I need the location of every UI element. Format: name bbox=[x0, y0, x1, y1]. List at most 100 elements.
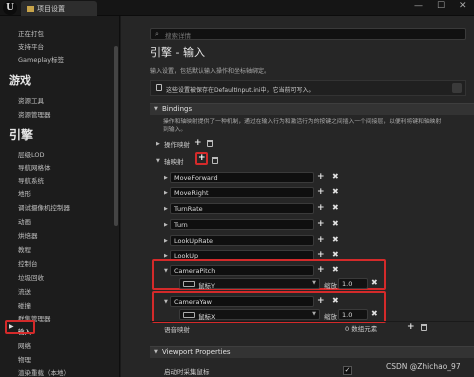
collapse-triangle-icon: ▼ bbox=[154, 106, 158, 112]
search-icon: ⌕ bbox=[155, 30, 159, 38]
nav-item-asset-tools[interactable]: 资源工具 bbox=[18, 95, 44, 105]
add-key-turn-button[interactable]: + bbox=[317, 220, 325, 229]
viewport-section-header[interactable]: ▼ Viewport Properties bbox=[150, 346, 474, 358]
add-key-camerayaw-button[interactable]: + bbox=[317, 297, 325, 306]
window-tab-project-settings[interactable]: 项目设置 bbox=[21, 1, 97, 16]
nav-item-cooker[interactable]: 烘焙器 bbox=[18, 230, 38, 240]
axis-name-lookuprate[interactable]: LookUpRate bbox=[170, 235, 314, 246]
remove-camerapitch-key-button[interactable]: ✖ bbox=[371, 279, 378, 287]
expand-turn-icon[interactable]: ▶ bbox=[164, 222, 168, 228]
search-placeholder: 搜索详情 bbox=[165, 32, 191, 40]
camerapitch-key-value: 鼠标Y bbox=[198, 282, 215, 290]
capture-mouse-label: 启动时采集鼠标 bbox=[164, 368, 210, 376]
add-key-lookuprate-button[interactable]: + bbox=[317, 236, 325, 245]
axis-name-camerayaw[interactable]: CameraYaw bbox=[170, 296, 314, 307]
nav-item-nav-system[interactable]: 导航系统 bbox=[18, 175, 44, 185]
row-divider bbox=[150, 321, 474, 322]
axis-name-moveforward[interactable]: MoveForward bbox=[170, 172, 314, 183]
config-notice: 这些设置被保存在DefaultInput.ini中，它当前可写入。 bbox=[150, 80, 466, 96]
camerapitch-key-select[interactable]: 鼠标Y ▼ bbox=[179, 278, 320, 290]
page-title: 引擎 - 输入 bbox=[150, 46, 205, 59]
title-bar: U 项目设置 — ☐ ✕ bbox=[0, 0, 474, 16]
camerapitch-scale-label: 缩放 bbox=[324, 282, 337, 290]
remove-moveright-button[interactable]: ✖ bbox=[332, 188, 339, 196]
nav-item-packaging[interactable]: 正在打包 bbox=[18, 28, 44, 38]
remove-camerayaw-key-button[interactable]: ✖ bbox=[371, 310, 378, 318]
bindings-desc-line-2: 到输入。 bbox=[163, 127, 187, 133]
tab-title: 项目设置 bbox=[37, 5, 65, 13]
maximize-button[interactable]: ☐ bbox=[437, 1, 445, 11]
chevron-down-icon: ▼ bbox=[312, 280, 316, 286]
close-window-button[interactable]: ✕ bbox=[459, 1, 467, 11]
bindings-header-label: Bindings bbox=[162, 105, 193, 113]
nav-item-hlod[interactable]: 层级LOD bbox=[18, 149, 45, 159]
nav-item-tutorial[interactable]: 教程 bbox=[18, 244, 31, 254]
bindings-description: 操作和轴映射提供了一种机制，通过在输入行为和激活行为的按键之间插入一个间接层，以… bbox=[163, 118, 473, 134]
remove-turn-button[interactable]: ✖ bbox=[332, 220, 339, 228]
expand-turnrate-icon[interactable]: ▶ bbox=[164, 206, 168, 212]
add-key-camerapitch-button[interactable]: + bbox=[317, 266, 325, 275]
remove-lookup-button[interactable]: ✖ bbox=[332, 251, 339, 259]
remove-camerapitch-button[interactable]: ✖ bbox=[332, 266, 339, 274]
nav-item-supported-platforms[interactable]: 支持平台 bbox=[18, 41, 44, 51]
nav-item-gameplay-tags[interactable]: Gameplay标签 bbox=[18, 54, 64, 64]
remove-turnrate-button[interactable]: ✖ bbox=[332, 204, 339, 212]
collapse-camerapitch-icon[interactable]: ▼ bbox=[164, 268, 168, 274]
collapse-axis-mappings-icon[interactable]: ▼ bbox=[156, 158, 160, 164]
axis-name-moveright[interactable]: MoveRight bbox=[170, 187, 314, 198]
collapse-camerayaw-icon[interactable]: ▼ bbox=[164, 299, 168, 305]
nav-item-streaming[interactable]: 流送 bbox=[18, 286, 31, 296]
camerapitch-scale-input[interactable]: 1.0 bbox=[338, 278, 368, 289]
remove-lookuprate-button[interactable]: ✖ bbox=[332, 236, 339, 244]
sidebar-scrollbar[interactable] bbox=[114, 46, 118, 226]
nav-item-render-override[interactable]: 渲染重载（本地） bbox=[18, 367, 70, 377]
nav-item-asset-manager[interactable]: 资源管理器 bbox=[18, 109, 51, 119]
camerayaw-scale-input[interactable]: 1.0 bbox=[338, 309, 368, 320]
page-description: 输入设置，包括默认输入操作和坐标轴绑定。 bbox=[150, 68, 271, 75]
collapse-triangle-icon: ▼ bbox=[154, 349, 158, 355]
capture-mouse-checkbox[interactable]: ✓ bbox=[343, 366, 352, 375]
nav-item-landscape[interactable]: 地形 bbox=[18, 188, 31, 198]
settings-sidebar: 正在打包 支持平台 Gameplay标签 游戏 资源工具 资源管理器 引擎 层级… bbox=[0, 16, 120, 377]
add-key-moveright-button[interactable]: + bbox=[317, 188, 325, 197]
speech-mappings-label: 语音映射 bbox=[164, 326, 190, 334]
bindings-section-header[interactable]: ▼ Bindings bbox=[150, 103, 474, 115]
add-speech-mapping-button[interactable]: + bbox=[407, 323, 415, 332]
nav-item-navmesh[interactable]: 导航网格体 bbox=[18, 162, 51, 172]
nav-item-collision[interactable]: 碰撞 bbox=[18, 300, 31, 310]
expand-moveright-icon[interactable]: ▶ bbox=[164, 190, 168, 196]
add-key-turnrate-button[interactable]: + bbox=[317, 204, 325, 213]
remove-camerayaw-button[interactable]: ✖ bbox=[332, 297, 339, 305]
nav-item-physics[interactable]: 物理 bbox=[18, 354, 31, 364]
camerayaw-key-select[interactable]: 鼠标X ▼ bbox=[179, 309, 320, 321]
notice-text: 这些设置被保存在DefaultInput.ini中，它当前可写入。 bbox=[166, 87, 315, 94]
bindings-desc-line-1: 操作和轴映射提供了一种机制，通过在输入行为和激活行为的按键之间插入一个间接层，以… bbox=[163, 119, 442, 125]
expand-action-mappings-icon[interactable]: ▶ bbox=[156, 141, 160, 147]
clear-speech-mappings-icon[interactable] bbox=[421, 324, 427, 331]
add-action-mapping-button[interactable]: + bbox=[194, 139, 202, 148]
minimize-button[interactable]: — bbox=[414, 1, 423, 11]
chevron-down-icon: ▼ bbox=[312, 311, 316, 317]
axis-name-turn[interactable]: Turn bbox=[170, 219, 314, 230]
nav-item-animation[interactable]: 动画 bbox=[18, 216, 31, 226]
expand-lookuprate-icon[interactable]: ▶ bbox=[164, 238, 168, 244]
remove-moveforward-button[interactable]: ✖ bbox=[332, 173, 339, 181]
nav-item-debug-camera[interactable]: 调试摄像机控制器 bbox=[18, 202, 70, 212]
notice-options-button[interactable] bbox=[452, 83, 462, 93]
action-mappings-label: 操作映射 bbox=[164, 141, 190, 149]
nav-item-console[interactable]: 控制台 bbox=[18, 258, 38, 268]
nav-item-garbage-collection[interactable]: 垃圾回收 bbox=[18, 272, 44, 282]
nav-item-network[interactable]: 网络 bbox=[18, 340, 31, 350]
clear-axis-mappings-icon[interactable] bbox=[212, 157, 218, 164]
nav-section-engine: 引擎 bbox=[9, 128, 34, 142]
viewport-header-label: Viewport Properties bbox=[162, 348, 231, 356]
search-input[interactable]: ⌕ 搜索详情 bbox=[150, 28, 466, 40]
axis-mappings-label: 轴映射 bbox=[164, 158, 184, 166]
axis-name-camerapitch[interactable]: CameraPitch bbox=[170, 265, 314, 276]
expand-moveforward-icon[interactable]: ▶ bbox=[164, 175, 168, 181]
add-axis-highlight-box bbox=[195, 152, 208, 165]
axis-name-turnrate[interactable]: TurnRate bbox=[170, 203, 314, 214]
keyboard-icon bbox=[183, 281, 195, 287]
add-key-moveforward-button[interactable]: + bbox=[317, 173, 325, 182]
clear-action-mappings-icon[interactable] bbox=[207, 140, 213, 147]
